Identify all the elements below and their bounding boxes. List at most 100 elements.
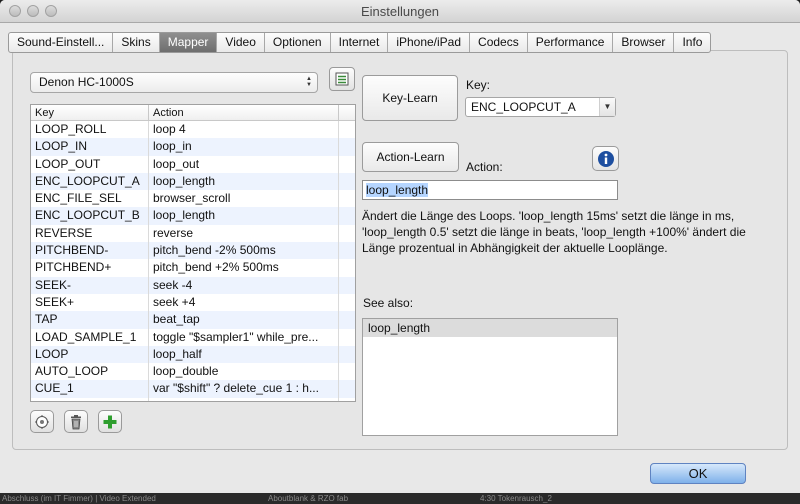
minimize-window-button[interactable] bbox=[27, 5, 39, 17]
table-row[interactable]: LOOP_ROLL loop 4 bbox=[31, 121, 355, 139]
table-row[interactable]: AUTO_LOOP loop_double bbox=[31, 363, 355, 381]
key-cell: ENC_LOOPCUT_B bbox=[31, 207, 149, 225]
key-cell: CUE_2 bbox=[31, 397, 149, 401]
title-bar: Einstellungen bbox=[0, 0, 800, 23]
table-row[interactable]: SEEK+ seek +4 bbox=[31, 293, 355, 312]
table-row[interactable]: REVERSE reverse bbox=[31, 224, 355, 243]
table-header: Key Action bbox=[31, 105, 355, 121]
background-taskbar: Abschluss (im IT Fimmer) | Video Extende… bbox=[0, 493, 800, 504]
tab-codecs[interactable]: Codecs bbox=[470, 33, 528, 52]
preferences-window: Einstellungen Sound-Einstell... Skins Mapp… bbox=[0, 0, 800, 493]
table-row[interactable]: ENC_FILE_SEL browser_scroll bbox=[31, 190, 355, 208]
key-cell: REVERSE bbox=[31, 224, 149, 243]
mapping-list-button[interactable] bbox=[329, 67, 355, 91]
taskbar-item: Abschluss (im IT Fimmer) | Video Extende… bbox=[2, 494, 156, 503]
action-label: Action: bbox=[466, 160, 503, 174]
device-select[interactable]: Denon HC-1000S ▲ ▼ bbox=[30, 72, 318, 93]
table-row[interactable]: ENC_LOOPCUT_B loop_length bbox=[31, 207, 355, 225]
action-cell: browser_scroll bbox=[149, 190, 339, 208]
key-cell: LOOP bbox=[31, 345, 149, 364]
table-row[interactable]: LOOP_OUT loop_out bbox=[31, 155, 355, 173]
delete-button[interactable] bbox=[64, 410, 88, 433]
tab-performance[interactable]: Performance bbox=[528, 33, 614, 52]
action-cell: seek +4 bbox=[149, 293, 339, 312]
action-cell: loop_in bbox=[149, 138, 339, 156]
updown-arrows-icon: ▲ ▼ bbox=[306, 76, 312, 88]
tab-iphone-ipad[interactable]: iPhone/iPad bbox=[388, 33, 471, 52]
table-row[interactable]: CUE_1 var "$shift" ? delete_cue 1 : h... bbox=[31, 380, 355, 398]
action-cell: seek -4 bbox=[149, 276, 339, 294]
table-row[interactable]: LOAD_SAMPLE_1 toggle "$sampler1" while_pr… bbox=[31, 328, 355, 346]
action-cell: loop_half bbox=[149, 345, 339, 364]
key-learn-button[interactable]: Key-Learn bbox=[362, 75, 458, 121]
tab-video[interactable]: Video bbox=[217, 33, 265, 52]
tab-browser[interactable]: Browser bbox=[613, 33, 675, 52]
gear-icon bbox=[35, 414, 49, 429]
dropdown-arrow-icon: ▼ bbox=[599, 98, 615, 116]
taskbar-item: Aboutblank & RZO fab bbox=[268, 494, 349, 503]
options-button[interactable] bbox=[30, 410, 54, 433]
key-select[interactable]: ENC_LOOPCUT_A ▼ bbox=[465, 97, 616, 117]
key-cell: ENC_LOOPCUT_A bbox=[31, 172, 149, 191]
key-cell: LOAD_SAMPLE_1 bbox=[31, 328, 149, 346]
tab-sound-einstell[interactable]: Sound-Einstell... bbox=[9, 33, 114, 52]
action-learn-button[interactable]: Action-Learn bbox=[362, 142, 459, 172]
table-row[interactable]: SEEK-seek -4 bbox=[31, 276, 355, 294]
action-cell: loop_double bbox=[149, 363, 339, 381]
table-row[interactable]: LOOP_IN loop_in bbox=[31, 138, 355, 156]
key-cell: TAP bbox=[31, 311, 149, 329]
key-cell: PITCHBEND+ bbox=[31, 259, 149, 277]
table-row[interactable]: ENC_LOOPCUT_A loop_length bbox=[31, 172, 355, 191]
zoom-window-button[interactable] bbox=[45, 5, 57, 17]
action-cell: reverse bbox=[149, 224, 339, 243]
mapping-table: Key Action LOOP_ROLL loop 4 LOOP_IN loop_in… bbox=[30, 104, 356, 402]
action-cell: pitch_bend -2% 500ms bbox=[149, 242, 339, 260]
see-also-list: loop_length bbox=[362, 318, 618, 436]
key-label: Key: bbox=[466, 78, 491, 92]
see-also-label: See also: bbox=[363, 296, 414, 310]
action-cell: beat_tap bbox=[149, 311, 339, 329]
action-description: Ändert die Länge des Loops. 'loop_length… bbox=[362, 209, 746, 255]
ok-button[interactable]: OK bbox=[650, 463, 746, 484]
action-input-text: loop_length bbox=[366, 183, 429, 197]
table-row[interactable]: PITCHBEND+ pitch_bend +2% 500ms bbox=[31, 259, 355, 277]
tab-internet[interactable]: Internet bbox=[331, 33, 389, 52]
info-icon bbox=[597, 150, 614, 167]
info-button[interactable] bbox=[592, 146, 619, 171]
tab-skins[interactable]: Skins bbox=[113, 33, 160, 52]
plus-icon bbox=[103, 415, 117, 428]
key-cell: LOOP_OUT bbox=[31, 155, 149, 173]
action-cell: loop_out bbox=[149, 155, 339, 173]
tab-mapper[interactable]: Mapper bbox=[159, 33, 218, 52]
close-window-button[interactable] bbox=[9, 5, 21, 17]
action-cell: loop_length bbox=[149, 207, 339, 225]
action-cell: toggle "$sampler1" while_pre... bbox=[149, 328, 339, 346]
add-button[interactable] bbox=[98, 410, 122, 433]
window-title: Einstellungen bbox=[360, 4, 440, 19]
trash-icon bbox=[71, 414, 81, 429]
key-cell: ENC_FILE_SEL bbox=[31, 190, 149, 208]
table-row[interactable]: PITCHBEND-pitch_bend -2% 500ms bbox=[31, 242, 355, 260]
table-row[interactable]: CUE_2var "$shift" ? delete_cue 2 : h... bbox=[31, 397, 355, 401]
tab-bar: Sound-Einstell... Skins Mapper Video Optione… bbox=[8, 32, 712, 53]
key-column-header[interactable]: Key bbox=[31, 105, 149, 120]
key-cell: PITCHBEND- bbox=[31, 242, 149, 260]
key-cell: SEEK+ bbox=[31, 293, 149, 312]
key-select-value: ENC_LOOPCUT_A bbox=[471, 100, 576, 114]
device-select-value: Denon HC-1000S bbox=[39, 75, 134, 89]
key-cell: AUTO_LOOP bbox=[31, 363, 149, 381]
table-row[interactable]: LOOP loop_half bbox=[31, 345, 355, 364]
key-cell: SEEK- bbox=[31, 276, 149, 294]
action-cell: pitch_bend +2% 500ms bbox=[149, 259, 339, 277]
key-cell: CUE_1 bbox=[31, 380, 149, 398]
see-also-item[interactable]: loop_length bbox=[363, 319, 617, 337]
tab-optionen[interactable]: Optionen bbox=[265, 33, 331, 52]
action-cell: var "$shift" ? delete_cue 2 : h... bbox=[149, 397, 339, 401]
action-cell: loop 4 bbox=[149, 121, 339, 139]
table-row[interactable]: TAP beat_tap bbox=[31, 311, 355, 329]
action-cell: loop_length bbox=[149, 172, 339, 191]
table-body: LOOP_ROLL loop 4 LOOP_IN loop_in LOOP_OUT loo… bbox=[31, 121, 355, 401]
action-column-header[interactable]: Action bbox=[149, 105, 339, 120]
tab-info[interactable]: Info bbox=[674, 33, 710, 52]
action-input[interactable]: loop_length bbox=[362, 180, 618, 200]
